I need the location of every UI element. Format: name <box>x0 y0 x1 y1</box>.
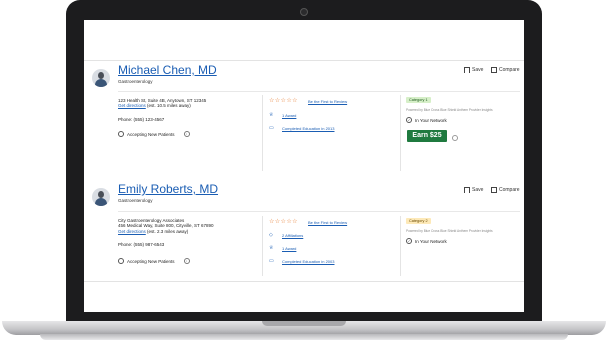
column-divider <box>400 216 401 276</box>
affiliation-icon: ◇ <box>269 232 273 238</box>
phone: Phone: (555) 123-4567 <box>118 117 165 122</box>
bookmark-icon <box>464 67 470 73</box>
column-divider <box>262 216 263 276</box>
screen: Michael Chen, MD Gastroenterology Save C… <box>84 20 524 312</box>
checkbox-icon <box>491 67 497 73</box>
divider <box>118 91 520 92</box>
network-status: ✓ In Your Network <box>406 238 447 244</box>
laptop-base-shadow <box>40 334 568 340</box>
column-divider <box>262 95 263 171</box>
compare-checkbox[interactable]: Compare <box>491 67 520 73</box>
education-item: ▭ Completed Education in 2003 <box>269 258 335 265</box>
graduation-icon: ▭ <box>269 125 274 131</box>
specialty: Gastroenterology <box>118 198 153 203</box>
bookmark-icon <box>464 187 470 193</box>
category-badge: Category 1 <box>406 97 431 103</box>
network-status: ✓ In Your Network <box>406 117 447 123</box>
check-icon: ✓ <box>406 238 412 244</box>
accepting-status: Accepting New Patients i <box>118 131 190 137</box>
doctor-card: Emily Roberts, MD Gastroenterology Save … <box>84 178 524 282</box>
review-link[interactable]: Be the First to Review <box>308 99 347 104</box>
category-badge: Category 2 <box>406 218 431 224</box>
address: 123 Health St, Suite 4B, Anytown, ST 123… <box>118 98 207 109</box>
check-circle-icon <box>118 131 124 137</box>
doctor-name-link[interactable]: Michael Chen, MD <box>118 63 217 77</box>
column-divider <box>400 95 401 171</box>
affiliation-item: ◇ 2 Affiliations <box>269 232 304 239</box>
check-circle-icon <box>118 258 124 264</box>
save-button[interactable]: Save <box>464 187 483 193</box>
graduation-icon: ▭ <box>269 258 274 264</box>
star-rating[interactable]: ☆☆☆☆☆ <box>269 97 298 104</box>
divider <box>118 211 520 212</box>
webcam-icon <box>300 8 308 16</box>
specialty: Gastroenterology <box>118 79 153 84</box>
accepting-status: Accepting New Patients i <box>118 258 190 264</box>
check-icon: ✓ <box>406 117 412 123</box>
award-icon: ♕ <box>269 112 274 118</box>
education-item: ▭ Completed Education in 2013 <box>269 125 335 132</box>
info-icon[interactable] <box>452 135 458 141</box>
star-rating[interactable]: ☆☆☆☆☆ <box>269 218 298 225</box>
powered-by: Powered by Blue Cross Blue Shield Anthem… <box>406 108 493 112</box>
directions-link[interactable]: Get directions <box>118 229 146 234</box>
save-button[interactable]: Save <box>464 67 483 73</box>
avatar <box>92 69 110 87</box>
award-item: ♕ 1 Award <box>269 112 297 119</box>
checkbox-icon <box>491 187 497 193</box>
compare-checkbox[interactable]: Compare <box>491 187 520 193</box>
doctor-card: Michael Chen, MD Gastroenterology Save C… <box>84 60 524 179</box>
directions-link[interactable]: Get directions <box>118 103 146 108</box>
review-link[interactable]: Be the First to Review <box>308 220 347 225</box>
powered-by: Powered by Blue Cross Blue Shield Anthem… <box>406 229 493 233</box>
award-icon: ♕ <box>269 245 274 251</box>
laptop-notch <box>262 321 346 326</box>
info-icon[interactable]: i <box>183 131 190 137</box>
info-icon[interactable]: i <box>183 258 190 264</box>
address: City Gastroenterology Associates 456 Med… <box>118 218 214 234</box>
phone: Phone: (555) 987-6543 <box>118 242 165 247</box>
doctor-name-link[interactable]: Emily Roberts, MD <box>118 182 218 196</box>
avatar <box>92 188 110 206</box>
award-item: ♕ 1 Award <box>269 245 297 252</box>
earn-button[interactable]: Earn $25 <box>407 130 447 142</box>
